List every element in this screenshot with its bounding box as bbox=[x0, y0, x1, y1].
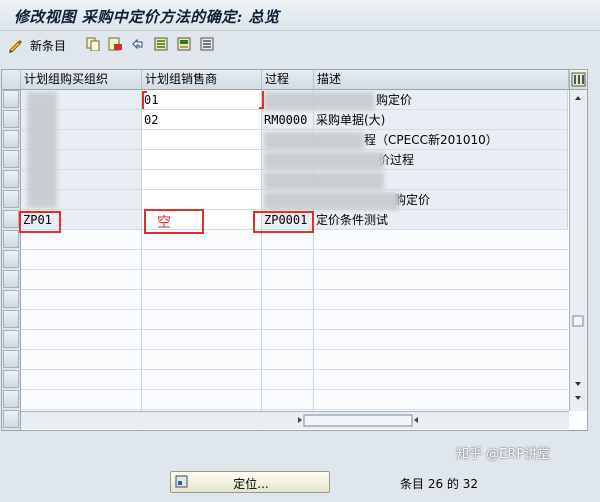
table-settings-button[interactable] bbox=[569, 70, 587, 89]
column-header-purch-org[interactable]: 计划组购买组织 bbox=[21, 70, 142, 89]
annotation-bracket bbox=[259, 91, 264, 109]
vendor-cell[interactable]: 02 bbox=[142, 110, 262, 130]
redacted-region bbox=[264, 92, 374, 110]
row-selector[interactable] bbox=[3, 230, 19, 248]
redacted-region bbox=[264, 152, 384, 170]
select-block-icon[interactable] bbox=[177, 37, 191, 51]
edit-glasses-icon bbox=[9, 40, 22, 53]
row-selector[interactable] bbox=[3, 150, 19, 168]
annotation-box-procedure bbox=[253, 211, 314, 233]
row-selector[interactable] bbox=[3, 90, 19, 108]
row-selector[interactable] bbox=[3, 250, 19, 268]
description-cell: 采购单据(大) bbox=[314, 110, 568, 130]
row-selector[interactable] bbox=[3, 130, 19, 148]
description-cell: 定价条件测试 bbox=[314, 210, 568, 230]
delete-icon[interactable] bbox=[108, 37, 122, 51]
select-all-icon[interactable] bbox=[154, 37, 168, 51]
copy-icon[interactable] bbox=[86, 37, 100, 51]
entry-count: 条目 26 的 32 bbox=[400, 477, 478, 491]
deselect-all-icon[interactable] bbox=[200, 37, 214, 51]
position-button[interactable]: 定位... bbox=[170, 471, 330, 493]
column-header-procedure[interactable]: 过程 bbox=[262, 70, 314, 89]
row-selector[interactable] bbox=[3, 330, 19, 348]
annotation-box-vendor: 空 bbox=[144, 209, 204, 234]
procedure-cell: RM0000 bbox=[262, 110, 314, 130]
redacted-region bbox=[264, 172, 384, 190]
undo-icon[interactable] bbox=[130, 37, 144, 51]
row-selector[interactable] bbox=[3, 290, 19, 308]
empty-grid-lines bbox=[21, 230, 568, 430]
new-entries-label: 新条目 bbox=[30, 38, 67, 53]
scrollbar-graphics bbox=[572, 96, 584, 400]
select-all-rows-cell[interactable] bbox=[2, 70, 21, 89]
table-header: 计划组购买组织 计划组销售商 过程 描述 bbox=[2, 70, 587, 90]
row-selector-column bbox=[2, 90, 21, 430]
hscroll-graphics bbox=[298, 414, 418, 427]
application-toolbar: 新条目 bbox=[0, 31, 600, 59]
table-row: 02 RM0000 采购单据(大) bbox=[21, 110, 568, 130]
table-control: 计划组购买组织 计划组销售商 过程 描述 01 购定价 02 RM0000 采购… bbox=[1, 69, 588, 431]
redacted-region bbox=[27, 92, 57, 208]
row-selector[interactable] bbox=[3, 390, 19, 408]
footer-area: 定位... 条目 26 的 32 bbox=[0, 430, 600, 502]
horizontal-scrollbar[interactable] bbox=[21, 411, 569, 429]
new-entries-button[interactable]: 新条目 bbox=[8, 35, 66, 55]
row-selector[interactable] bbox=[3, 210, 19, 228]
vendor-cell[interactable] bbox=[142, 190, 262, 210]
redacted-region bbox=[264, 132, 364, 150]
table-body: 01 购定价 02 RM0000 采购单据(大) 程（CPECC新201010）… bbox=[19, 90, 568, 430]
row-selector[interactable] bbox=[3, 410, 19, 428]
row-selector[interactable] bbox=[3, 110, 19, 128]
vertical-scrollbar[interactable] bbox=[569, 90, 587, 411]
row-selector[interactable] bbox=[3, 370, 19, 388]
vendor-cell[interactable] bbox=[142, 130, 262, 150]
annotation-empty-label: 空 bbox=[157, 215, 171, 231]
position-button-label: 定位... bbox=[233, 477, 269, 491]
row-selector[interactable] bbox=[3, 190, 19, 208]
table-settings-icon bbox=[571, 72, 586, 87]
column-header-vendor[interactable]: 计划组销售商 bbox=[142, 70, 262, 89]
vendor-cell[interactable] bbox=[142, 170, 262, 190]
row-selector[interactable] bbox=[3, 270, 19, 288]
annotation-bracket bbox=[142, 91, 147, 109]
column-header-description[interactable]: 描述 bbox=[314, 70, 569, 89]
page-title: 修改视图 采购中定价方法的确定: 总览 bbox=[14, 8, 280, 26]
vendor-cell[interactable]: 01 bbox=[142, 90, 262, 110]
vendor-cell[interactable] bbox=[142, 150, 262, 170]
redacted-region bbox=[264, 192, 399, 210]
watermark-text: 知乎 @ERP讲堂 bbox=[456, 447, 551, 462]
row-selector[interactable] bbox=[3, 350, 19, 368]
row-selector[interactable] bbox=[3, 170, 19, 188]
row-selector[interactable] bbox=[3, 310, 19, 328]
title-bar: 修改视图 采购中定价方法的确定: 总览 bbox=[0, 0, 600, 31]
annotation-box-purch-org bbox=[19, 211, 61, 233]
